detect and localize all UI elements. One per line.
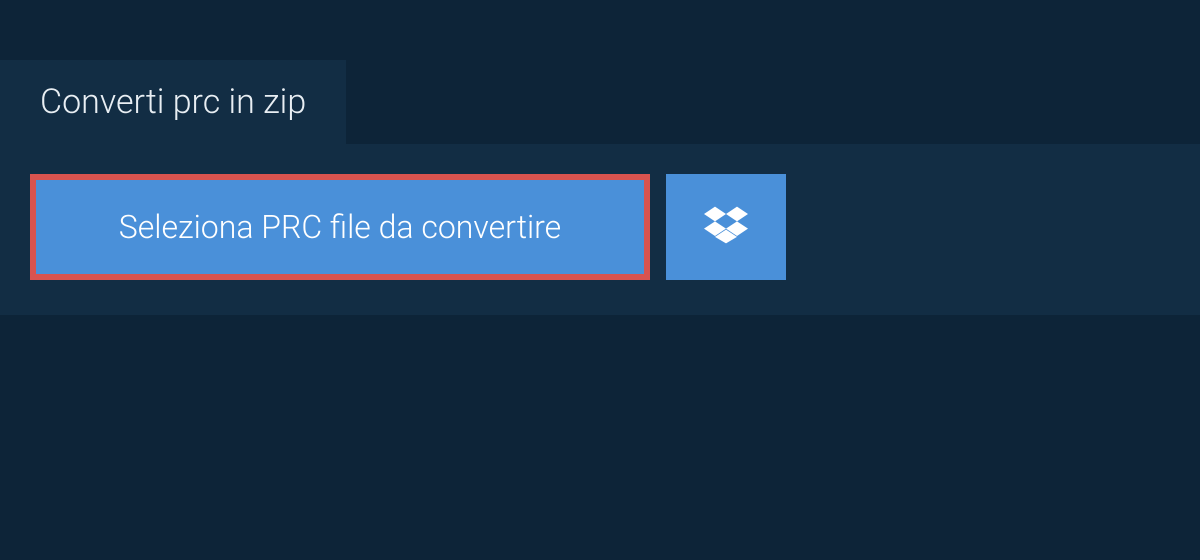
conversion-panel: Seleziona PRC file da convertire <box>0 144 1200 315</box>
select-file-label: Seleziona PRC file da convertire <box>119 208 561 246</box>
tab-convert[interactable]: Converti prc in zip <box>0 60 346 144</box>
tab-label: Converti prc in zip <box>40 82 306 122</box>
select-file-button[interactable]: Seleziona PRC file da convertire <box>30 174 650 280</box>
tab-bar: Converti prc in zip <box>0 60 1200 144</box>
dropbox-icon <box>704 203 748 251</box>
dropbox-button[interactable] <box>666 174 786 280</box>
